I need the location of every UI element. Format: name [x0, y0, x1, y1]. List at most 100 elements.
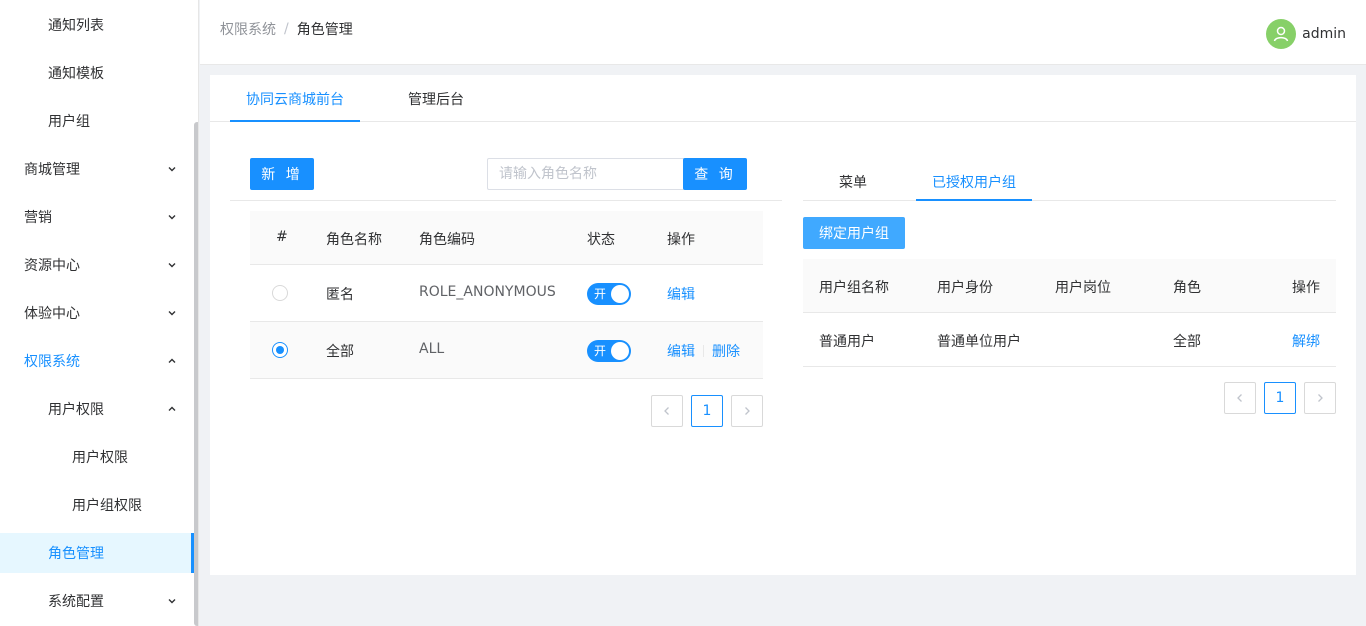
add-button[interactable]: 新 增: [250, 158, 314, 190]
chevron-down-icon: [168, 167, 176, 172]
header: 权限系统 / 角色管理 admin: [200, 0, 1366, 65]
chevron-up-icon: [168, 406, 176, 411]
col-header-index: #: [276, 229, 288, 245]
sidebar-item-label: 系统配置: [48, 594, 104, 610]
sidebar-item-user-group[interactable]: 用户组: [0, 97, 194, 145]
chevron-down-icon: [168, 599, 176, 604]
role-code: ROLE_ANONYMOUS: [419, 284, 556, 300]
sidebar-scrollbar[interactable]: [194, 122, 198, 626]
main-card: 协同云商城前台 管理后台 新 增 查 询 # 角色名称 角色编码 状态 操作 匿…: [210, 75, 1356, 575]
sidebar-item-user-permission-group[interactable]: 用户权限: [0, 385, 194, 433]
page-number[interactable]: 1: [691, 395, 723, 427]
breadcrumb-parent[interactable]: 权限系统: [220, 19, 276, 39]
chevron-right-icon: [1318, 394, 1323, 402]
sidebar-item-experience[interactable]: 体验中心: [0, 289, 194, 337]
tab-menu[interactable]: 菜单: [839, 172, 867, 201]
role-search-input[interactable]: [487, 158, 684, 190]
user-identity: 普通单位用户: [937, 334, 1021, 350]
role-name: 匿名: [326, 287, 354, 303]
role-name: 全部: [326, 344, 354, 360]
detail-tabs: 菜单 已授权用户组: [803, 165, 1336, 201]
sidebar-item-label: 营销: [24, 210, 52, 226]
sidebar-item-label: 商城管理: [24, 162, 80, 178]
chevron-left-icon: [664, 407, 669, 415]
action-divider: [703, 345, 704, 357]
next-page-button[interactable]: [731, 395, 763, 427]
unbind-link[interactable]: 解绑: [1292, 331, 1320, 351]
search-button[interactable]: 查 询: [683, 158, 747, 190]
table-row[interactable]: 匿名 ROLE_ANONYMOUS 开 编辑: [250, 265, 763, 322]
sidebar-item-marketing[interactable]: 营销: [0, 193, 194, 241]
table-row[interactable]: 全部 ALL 开 编辑 删除: [250, 322, 763, 379]
sidebar-item-label: 角色管理: [48, 546, 104, 562]
page-number[interactable]: 1: [1264, 382, 1296, 414]
switch-label: 开: [594, 344, 607, 358]
sidebar-item-user-permission[interactable]: 用户权限: [0, 433, 194, 481]
tab-authorized-user-groups[interactable]: 已授权用户组: [916, 172, 1032, 201]
table-row[interactable]: 普通用户 普通单位用户 全部 解绑: [803, 313, 1336, 367]
chevron-down-icon: [168, 311, 176, 316]
row-radio[interactable]: [272, 342, 288, 358]
sidebar-item-notice-template[interactable]: 通知模板: [0, 49, 194, 97]
breadcrumb: 权限系统 / 角色管理: [220, 19, 353, 39]
sidebar-item-label: 用户组权限: [72, 498, 142, 514]
sidebar-item-permission-system[interactable]: 权限系统: [0, 337, 194, 385]
top-tabs: 协同云商城前台 管理后台: [210, 75, 1356, 122]
sidebar-item-label: 资源中心: [24, 258, 80, 274]
chevron-left-icon: [1237, 394, 1242, 402]
sidebar-item-user-group-permission[interactable]: 用户组权限: [0, 481, 194, 529]
col-header-status: 状态: [587, 232, 615, 248]
switch-knob: [611, 342, 629, 360]
tab-mall-frontend[interactable]: 协同云商城前台: [230, 89, 360, 122]
tab-admin-backend[interactable]: 管理后台: [408, 89, 464, 122]
sidebar: 通知列表 通知模板 用户组 商城管理 营销 资源中心 体验中心 权限系统 用户权…: [0, 0, 199, 626]
col-header-role: 角色: [1173, 280, 1201, 296]
delete-link[interactable]: 删除: [712, 341, 740, 361]
col-header-identity: 用户身份: [937, 280, 993, 296]
switch-label: 开: [594, 287, 607, 301]
avatar[interactable]: [1266, 19, 1297, 49]
sidebar-item-label: 通知模板: [48, 66, 104, 82]
sidebar-item-label: 体验中心: [24, 306, 80, 322]
edit-link[interactable]: 编辑: [667, 341, 695, 361]
chevron-down-icon: [168, 215, 176, 220]
col-header-role-code: 角色编码: [419, 232, 475, 248]
col-header-actions: 操作: [667, 232, 695, 248]
next-page-button[interactable]: [1304, 382, 1336, 414]
username: admin: [1302, 26, 1346, 42]
sidebar-item-label: 用户组: [48, 114, 90, 130]
sidebar-item-role-management[interactable]: 角色管理: [0, 533, 194, 573]
status-switch[interactable]: 开: [587, 283, 631, 305]
col-header-post: 用户岗位: [1055, 280, 1111, 296]
user-icon: [1273, 26, 1289, 42]
group-role: 全部: [1173, 334, 1201, 350]
chevron-right-icon: [745, 407, 750, 415]
group-name: 普通用户: [819, 334, 875, 350]
col-header-actions: 操作: [1292, 280, 1320, 296]
col-header-role-name: 角色名称: [326, 232, 382, 248]
chevron-down-icon: [168, 263, 176, 268]
sidebar-item-mall[interactable]: 商城管理: [0, 145, 194, 193]
divider: [230, 200, 782, 201]
sidebar-item-resources[interactable]: 资源中心: [0, 241, 194, 289]
bind-user-group-button[interactable]: 绑定用户组: [803, 217, 905, 249]
breadcrumb-separator: /: [284, 21, 289, 37]
role-code: ALL: [419, 341, 445, 357]
edit-link[interactable]: 编辑: [667, 284, 695, 304]
sidebar-item-system-config[interactable]: 系统配置: [0, 577, 194, 625]
sidebar-item-label: 用户权限: [48, 402, 104, 418]
sidebar-item-label: 权限系统: [24, 354, 80, 370]
user-menu[interactable]: admin: [1266, 19, 1346, 49]
table-header: # 角色名称 角色编码 状态 操作: [250, 211, 763, 265]
prev-page-button[interactable]: [651, 395, 683, 427]
switch-knob: [611, 285, 629, 303]
breadcrumb-current: 角色管理: [296, 22, 353, 38]
prev-page-button[interactable]: [1224, 382, 1256, 414]
status-switch[interactable]: 开: [587, 340, 631, 362]
sidebar-item-label: 用户权限: [72, 450, 128, 466]
col-header-group-name: 用户组名称: [819, 280, 889, 296]
sidebar-item-label: 通知列表: [48, 18, 104, 34]
sidebar-item-notice-list[interactable]: 通知列表: [0, 1, 194, 49]
table-header: 用户组名称 用户身份 用户岗位 角色 操作: [803, 259, 1336, 313]
row-radio[interactable]: [272, 285, 288, 301]
